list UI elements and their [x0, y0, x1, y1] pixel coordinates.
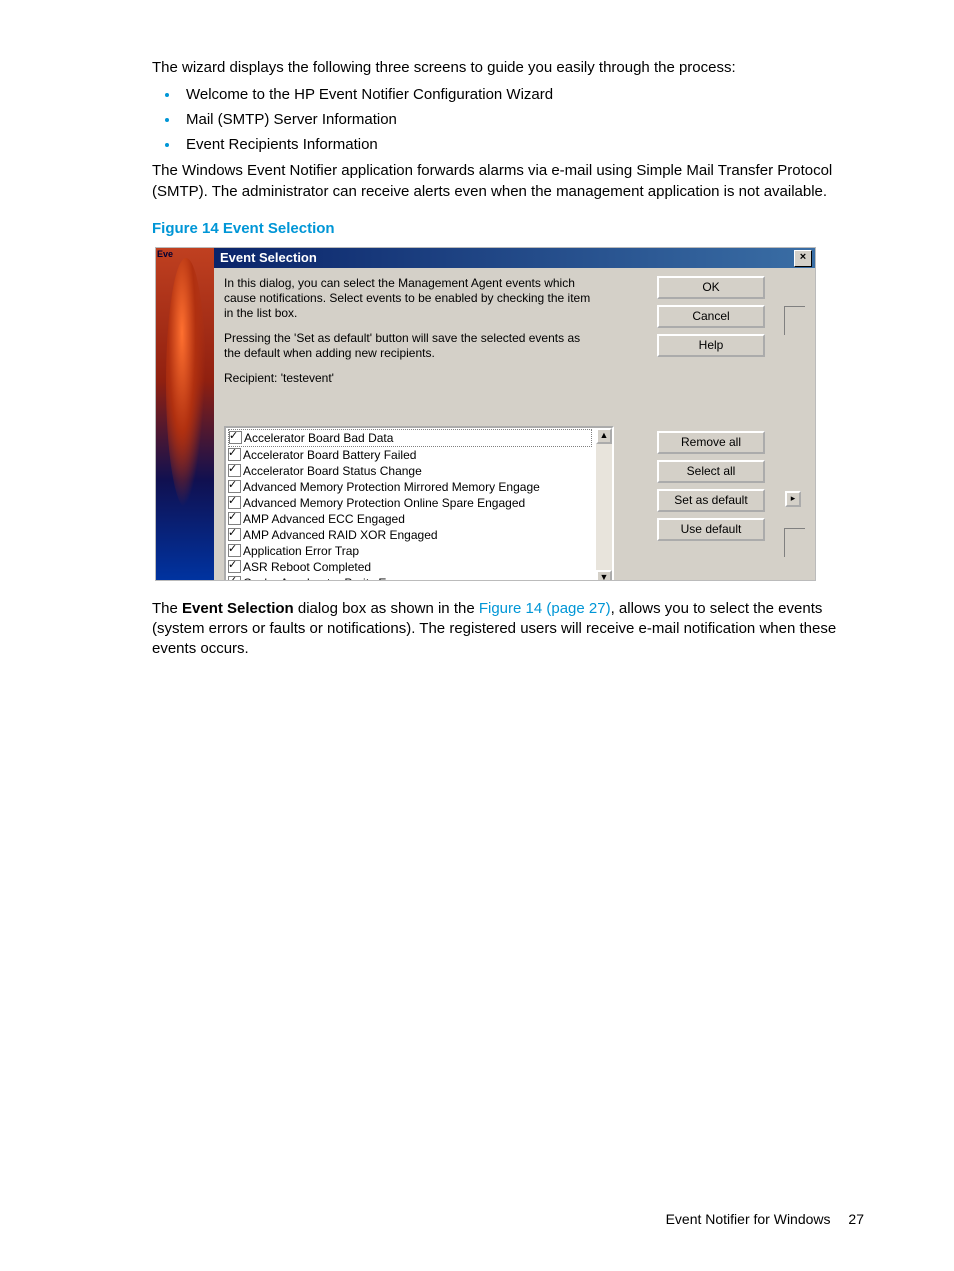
checkbox-icon[interactable] [228, 480, 241, 493]
checkbox-icon[interactable] [228, 448, 241, 461]
checkbox-icon[interactable] [228, 496, 241, 509]
footer-title: Event Notifier for Windows [666, 1211, 831, 1227]
page-number: 27 [848, 1211, 864, 1227]
dialog-titlebar: Event Selection × [214, 248, 815, 268]
top-button-group: OK Cancel Help [657, 276, 767, 363]
list-item: Welcome to the HP Event Notifier Configu… [180, 86, 864, 103]
checkbox-icon[interactable] [228, 464, 241, 477]
checkbox-icon[interactable] [228, 544, 241, 557]
checkbox-icon[interactable] [228, 576, 241, 581]
list-item[interactable]: Advanced Memory Protection Mirrored Memo… [228, 479, 610, 495]
info-line-1: In this dialog, you can select the Manag… [224, 276, 594, 321]
intro-paragraph: The wizard displays the following three … [152, 58, 864, 78]
text: The [152, 600, 182, 617]
list-item: Mail (SMTP) Server Information [180, 111, 864, 128]
dialog-info-text: In this dialog, you can select the Manag… [224, 276, 594, 386]
after-figure-paragraph: The Event Selection dialog box as shown … [152, 599, 864, 660]
list-item[interactable]: Advanced Memory Protection Online Spare … [228, 495, 610, 511]
figure-crossref-link[interactable]: Figure 14 (page 27) [479, 600, 611, 617]
dialog-title: Event Selection [220, 250, 317, 265]
checkbox-icon[interactable] [229, 431, 242, 444]
checkbox-icon[interactable] [228, 512, 241, 525]
checkbox-icon[interactable] [228, 560, 241, 573]
wizard-screens-list: Welcome to the HP Event Notifier Configu… [152, 86, 864, 153]
close-button[interactable]: × [794, 250, 812, 267]
checkbox-icon[interactable] [228, 528, 241, 541]
taskbar-icon: Eve [157, 249, 189, 263]
figure-screenshot: Eve Event Selection × In this dialog, yo… [155, 247, 816, 581]
page-footer: Event Notifier for Windows 27 [666, 1211, 864, 1227]
text: dialog box as shown in the [294, 600, 479, 617]
list-item[interactable]: Accelerator Board Status Change [228, 463, 610, 479]
ok-button[interactable]: OK [657, 276, 765, 299]
list-item: Event Recipients Information [180, 136, 864, 153]
recipient-line: Recipient: 'testevent' [224, 371, 594, 386]
list-item[interactable]: Cache Accelerator Parity Error [228, 575, 610, 581]
event-listbox[interactable]: ▲ ▼ Accelerator Board Bad Data Accelerat… [224, 426, 614, 581]
list-item[interactable]: Accelerator Board Battery Failed [228, 447, 610, 463]
list-item[interactable]: Application Error Trap [228, 543, 610, 559]
cancel-button[interactable]: Cancel [657, 305, 765, 328]
help-button[interactable]: Help [657, 334, 765, 357]
list-item[interactable]: ASR Reboot Completed [228, 559, 610, 575]
use-default-button[interactable]: Use default [657, 518, 765, 541]
scrollbar-down-button[interactable]: ▼ [596, 570, 612, 581]
scrollbar-up-button[interactable]: ▲ [596, 428, 612, 444]
figure-caption: Figure 14 Event Selection [152, 220, 864, 237]
list-item[interactable]: AMP Advanced ECC Engaged [228, 511, 610, 527]
select-all-button[interactable]: Select all [657, 460, 765, 483]
list-button-group: Remove all Select all Set as default Use… [657, 431, 767, 547]
info-line-2: Pressing the 'Set as default' button wil… [224, 331, 594, 361]
bold-term: Event Selection [182, 600, 294, 617]
right-edge-decoration [784, 306, 805, 335]
set-as-default-button[interactable]: Set as default [657, 489, 765, 512]
list-item[interactable]: Accelerator Board Bad Data [228, 429, 592, 447]
right-edge-decoration-2 [784, 528, 805, 557]
dialog-body: In this dialog, you can select the Manag… [214, 268, 815, 580]
list-item[interactable]: AMP Advanced RAID XOR Engaged [228, 527, 610, 543]
remove-all-button[interactable]: Remove all [657, 431, 765, 454]
side-scroll-right[interactable]: ▸ [785, 491, 801, 507]
scrollbar-track[interactable] [596, 444, 612, 570]
list-inner: Accelerator Board Bad Data Accelerator B… [226, 428, 612, 581]
smtp-paragraph: The Windows Event Notifier application f… [152, 161, 864, 202]
background-strip [156, 248, 216, 580]
